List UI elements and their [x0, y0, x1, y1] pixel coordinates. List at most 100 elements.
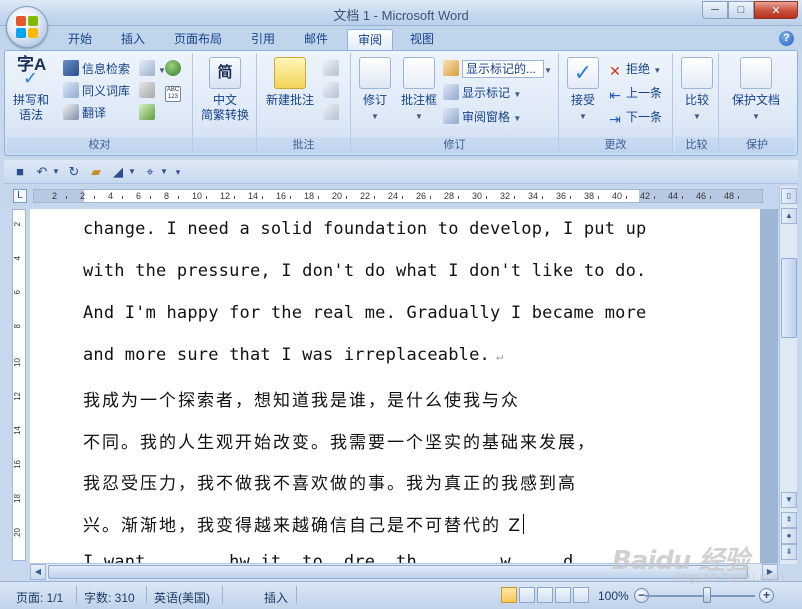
tab-mailings[interactable]: 邮件 [294, 29, 338, 50]
web-layout-icon[interactable] [537, 587, 553, 603]
reviewing-pane-button[interactable]: 审阅窗格 ▼ [443, 107, 521, 127]
document-line[interactable]: 我忍受压力，我不做我不喜欢做的事。我为真正的我感到高 [83, 469, 577, 494]
ruler-tick [150, 196, 151, 199]
reviewing-pane-icon [443, 108, 459, 124]
compare-button[interactable]: 比较 ▼ [679, 57, 715, 124]
show-markup-button[interactable]: 显示标记 ▼ [443, 83, 521, 103]
protect-document-button[interactable]: 保护文档 ▼ [723, 57, 789, 124]
close-button[interactable]: ✕ [754, 1, 798, 19]
full-screen-reading-icon[interactable] [519, 587, 535, 603]
print-layout-view-icon[interactable] [501, 587, 517, 603]
tab-home[interactable]: 开始 [58, 29, 102, 50]
translate-button[interactable]: 翻译 [63, 103, 106, 123]
set-language-button[interactable]: ▼ [139, 59, 166, 79]
page-indicator[interactable]: 页面: 1/1 [16, 589, 63, 606]
previous-change-icon: ⇤ [609, 87, 621, 103]
tab-page-layout[interactable]: 页面布局 [166, 29, 230, 50]
reject-button[interactable]: ✕ 拒绝 ▼ [607, 59, 661, 79]
previous-comment-button[interactable] [323, 81, 342, 101]
language-indicator[interactable]: 英语(美国) [154, 589, 210, 606]
translate-tooltip-button[interactable] [165, 59, 184, 79]
office-button[interactable] [6, 6, 48, 48]
draft-view-icon[interactable] [573, 587, 589, 603]
chinese-conversion-button[interactable]: 简 中文 简繁转换 [197, 57, 253, 123]
save-icon[interactable]: ■ [12, 164, 28, 180]
outline-view-icon[interactable] [555, 587, 571, 603]
word-count-button[interactable]: ABC 123 [165, 81, 184, 102]
window-controls: ─ □ ✕ [702, 1, 798, 19]
document-line[interactable]: And I'm happy for the real me. Gradually… [83, 303, 646, 323]
horizontal-ruler[interactable]: 2 2 4 6 8 10 12 14 16 18 20 22 24 26 28 30 32 34 36 38 40 42 4… [33, 189, 763, 203]
scrollbar-thumb[interactable] [781, 258, 797, 338]
tab-references[interactable]: 引用 [241, 29, 285, 50]
zoom-level[interactable]: 100% [598, 589, 629, 603]
balloons-button[interactable]: 批注框 ▼ [397, 57, 441, 124]
lock-icon [139, 82, 155, 98]
spelling-grammar-button[interactable]: 字A ✓ 拼写和 语法 [11, 55, 51, 123]
spreadsheet-button[interactable] [139, 103, 158, 123]
research-label: 信息检索 [82, 62, 131, 76]
help-icon[interactable]: ? [779, 31, 794, 46]
zoom-in-button[interactable]: + [759, 588, 774, 603]
ruler-tick [178, 196, 179, 199]
ruler-tick [514, 196, 515, 199]
ruler-toggle-icon[interactable]: ▯ [781, 188, 797, 204]
document-line[interactable]: with the pressure, I don't do what I don… [83, 261, 646, 281]
vertical-ruler-number: 20 [13, 528, 22, 537]
document-line[interactable]: 我成为一个探索者，想知道我是谁，是什么使我与众 [83, 386, 520, 411]
zoom-slider-track[interactable] [645, 595, 755, 597]
minimize-button[interactable]: ─ [702, 1, 728, 19]
tab-selector[interactable]: L [13, 189, 27, 203]
vertical-scrollbar[interactable]: ▯ ▲ ▼ ⇞ ● ⇟ [779, 186, 797, 564]
chevron-down-icon: ▼ [579, 112, 587, 121]
group-label-comments: 批注 [257, 137, 350, 153]
insert-mode-indicator[interactable]: 插入 [264, 589, 288, 606]
open-folder-icon[interactable]: ▰ [88, 164, 104, 180]
ruler-number: 22 [360, 191, 371, 201]
word-count[interactable]: 字数: 310 [84, 589, 135, 606]
new-comment-button[interactable]: 新建批注 [261, 57, 319, 108]
chinese-conversion-label: 中文 简繁转换 [200, 93, 249, 122]
tab-view[interactable]: 视图 [400, 29, 444, 50]
office-logo-icon [16, 16, 38, 38]
thesaurus-button[interactable]: 同义词库 [63, 81, 130, 101]
spelling-icon: 字A ✓ [17, 55, 47, 88]
tab-insert[interactable]: 插入 [111, 29, 155, 50]
document-area[interactable]: change. I need a solid foundation to dev… [30, 209, 778, 564]
chevron-down-icon[interactable]: ▼ [48, 164, 64, 180]
display-for-review-dropdown[interactable]: 显示标记的... ▼ [443, 59, 552, 79]
document-page[interactable]: change. I need a solid foundation to dev… [30, 209, 760, 564]
previous-page-icon[interactable]: ⇞ [781, 512, 797, 528]
tab-review[interactable]: 审阅 [347, 29, 393, 50]
ruler-tick [458, 196, 459, 199]
redo-icon[interactable]: ↻ [66, 164, 82, 180]
document-line[interactable]: change. I need a solid foundation to dev… [83, 219, 646, 239]
document-line[interactable]: 不同。我的人生观开始改变。我需要一个坚实的基础来发展， [83, 428, 596, 453]
ruler-number: 30 [472, 191, 483, 201]
vertical-ruler[interactable]: 2 4 6 8 10 12 14 16 18 20 [12, 209, 26, 561]
quick-access-toolbar: ■ ↶ ▼ ↻ ▰ ◢ ▼ ⌖ ▼ ▾ [4, 160, 798, 184]
scroll-up-icon[interactable]: ▲ [781, 208, 797, 224]
display-mode-value: 显示标记的... [462, 60, 544, 78]
research-button[interactable]: 信息检索 [63, 59, 130, 79]
document-line[interactable]: 兴。渐渐地，我变得越来越确信自己是不可替代的 Z [83, 511, 525, 536]
next-comment-button[interactable] [323, 103, 342, 123]
accept-button[interactable]: ✓ 接受 ▼ [563, 57, 603, 124]
customize-toolbar-icon[interactable]: ▾ [170, 164, 186, 180]
previous-change-button[interactable]: ⇤ 上一条 [607, 83, 662, 103]
accept-icon: ✓ [567, 57, 599, 89]
next-change-button[interactable]: ⇥ 下一条 [607, 107, 662, 127]
protect-lock-button[interactable] [139, 81, 158, 101]
show-markup-icon [443, 84, 459, 100]
delete-comment-button[interactable] [323, 59, 342, 79]
show-markup-label: 显示标记 [462, 86, 511, 100]
scroll-left-icon[interactable]: ◀ [30, 564, 46, 580]
zoom-slider-thumb[interactable] [703, 587, 711, 603]
track-changes-button[interactable]: 修订 ▼ [355, 57, 395, 124]
document-line[interactable]: and more sure that I was irreplaceable. ↵ [83, 345, 503, 365]
maximize-button[interactable]: □ [728, 1, 754, 19]
scroll-down-icon[interactable]: ▼ [781, 492, 797, 508]
chevron-down-icon[interactable]: ▼ [124, 164, 140, 180]
ruler-tick [626, 196, 627, 199]
status-divider [222, 586, 223, 604]
